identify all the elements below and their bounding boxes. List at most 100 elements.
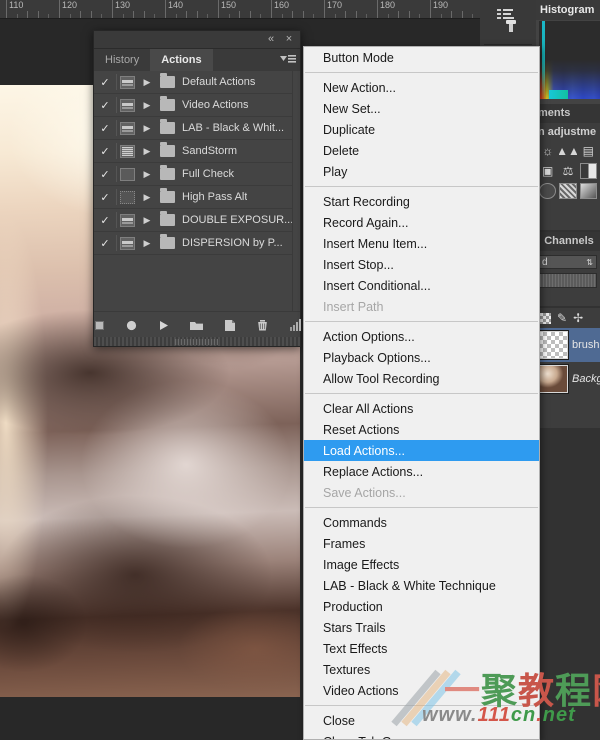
- action-set-name[interactable]: LAB - Black & Whit...: [178, 122, 284, 134]
- menu-item[interactable]: New Action...: [304, 77, 539, 98]
- panel-resize-strip[interactable]: [94, 337, 300, 346]
- menu-item[interactable]: Video Actions: [304, 680, 539, 701]
- menu-item[interactable]: Text Effects: [304, 638, 539, 659]
- play-selection-button[interactable]: [157, 319, 170, 332]
- action-toggle-checkbox[interactable]: ✓: [94, 168, 116, 181]
- action-toggle-checkbox[interactable]: ✓: [94, 237, 116, 250]
- action-set-name[interactable]: SandStorm: [178, 145, 237, 157]
- menu-item[interactable]: Frames: [304, 533, 539, 554]
- menu-item[interactable]: Insert Stop...: [304, 254, 539, 275]
- tab-history[interactable]: History: [94, 49, 151, 71]
- menu-item[interactable]: Insert Conditional...: [304, 275, 539, 296]
- tab-histogram[interactable]: Histogram: [540, 4, 594, 16]
- menu-item[interactable]: Close Tab Group: [304, 731, 539, 740]
- expand-triangle-icon[interactable]: ▶: [138, 215, 156, 226]
- levels-icon[interactable]: ▲▲: [559, 142, 576, 159]
- action-set-name[interactable]: DOUBLE EXPOSUR...: [178, 214, 293, 226]
- menu-item[interactable]: Clear All Actions: [304, 398, 539, 419]
- expand-triangle-icon[interactable]: ▶: [138, 146, 156, 157]
- tab-channels[interactable]: Channels: [536, 232, 600, 251]
- menu-item[interactable]: Duplicate: [304, 119, 539, 140]
- expand-triangle-icon[interactable]: ▶: [138, 192, 156, 203]
- curves-icon[interactable]: ▤: [580, 142, 597, 159]
- menu-item[interactable]: Image Effects: [304, 554, 539, 575]
- menu-item[interactable]: Replace Actions...: [304, 461, 539, 482]
- action-toggle-checkbox[interactable]: ✓: [94, 191, 116, 204]
- actions-panel-flyout-menu[interactable]: Button Mode New Action... New Set... Duplic…: [303, 46, 540, 740]
- expand-triangle-icon[interactable]: ▶: [138, 100, 156, 111]
- expand-triangle-icon[interactable]: ▶: [138, 169, 156, 180]
- menu-item[interactable]: New Set...: [304, 98, 539, 119]
- clone-stamp-icon[interactable]: [494, 6, 522, 34]
- menu-item[interactable]: Button Mode: [304, 47, 539, 68]
- photofilter-icon[interactable]: [579, 182, 597, 199]
- action-set-name[interactable]: Full Check: [178, 168, 234, 180]
- menu-item[interactable]: Allow Tool Recording: [304, 368, 539, 389]
- huesat-icon[interactable]: [579, 162, 597, 179]
- menu-item[interactable]: Play: [304, 161, 539, 182]
- begin-recording-button[interactable]: [125, 319, 138, 332]
- delete-button[interactable]: [256, 319, 269, 332]
- collapse-icon[interactable]: «: [264, 33, 278, 46]
- modal-toggle[interactable]: [116, 98, 138, 112]
- menu-item[interactable]: Action Options...: [304, 326, 539, 347]
- action-set-row[interactable]: ✓ ▶ Default Actions: [94, 71, 300, 94]
- menu-item[interactable]: Stars Trails: [304, 617, 539, 638]
- action-set-name[interactable]: Default Actions: [178, 76, 255, 88]
- action-set-row[interactable]: ✓ ▶ DOUBLE EXPOSUR...: [94, 209, 300, 232]
- action-set-row[interactable]: ✓ ▶ DISPERSION by P...: [94, 232, 300, 255]
- expand-triangle-icon[interactable]: ▶: [138, 77, 156, 88]
- layer-row[interactable]: brush: [536, 328, 600, 362]
- panel-resize-grip[interactable]: [175, 339, 219, 345]
- stop-recording-button[interactable]: [93, 319, 106, 332]
- modal-toggle[interactable]: [116, 190, 138, 204]
- exposure-icon[interactable]: ▣: [539, 162, 556, 179]
- menu-item[interactable]: Start Recording: [304, 191, 539, 212]
- menu-item[interactable]: Delete: [304, 140, 539, 161]
- blackwhite-icon[interactable]: [559, 182, 577, 199]
- move-lock-icon[interactable]: ✢: [573, 311, 583, 325]
- tab-actions[interactable]: Actions: [150, 49, 213, 71]
- menu-item[interactable]: LAB - Black & White Technique: [304, 575, 539, 596]
- modal-toggle[interactable]: [116, 167, 138, 181]
- modal-toggle[interactable]: [116, 75, 138, 89]
- menu-item[interactable]: Load Actions...: [304, 440, 539, 461]
- panel-titlebar[interactable]: « ×: [94, 31, 300, 49]
- modal-toggle[interactable]: [116, 144, 138, 158]
- action-set-name[interactable]: High Pass Alt: [178, 191, 247, 203]
- tab-adjustments[interactable]: ments: [536, 104, 600, 123]
- action-toggle-checkbox[interactable]: ✓: [94, 122, 116, 135]
- opacity-row[interactable]: [539, 273, 597, 288]
- modal-toggle[interactable]: [116, 236, 138, 250]
- menu-item[interactable]: Close: [304, 710, 539, 731]
- actions-list[interactable]: ✓ ▶ Default Actions ✓ ▶ Video Actions ✓ ▶ LAB - …: [94, 71, 300, 312]
- action-set-row[interactable]: ✓ ▶ SandStorm: [94, 140, 300, 163]
- modal-toggle[interactable]: [116, 121, 138, 135]
- menu-item[interactable]: Record Again...: [304, 212, 539, 233]
- menu-item[interactable]: Reset Actions: [304, 419, 539, 440]
- action-toggle-checkbox[interactable]: ✓: [94, 145, 116, 158]
- action-set-row[interactable]: ✓ ▶ Full Check: [94, 163, 300, 186]
- menu-item[interactable]: Textures: [304, 659, 539, 680]
- menu-item[interactable]: Production: [304, 596, 539, 617]
- modal-toggle[interactable]: [116, 213, 138, 227]
- colorbalance-icon[interactable]: [539, 182, 557, 199]
- action-set-row[interactable]: ✓ ▶ LAB - Black & Whit...: [94, 117, 300, 140]
- action-toggle-checkbox[interactable]: ✓: [94, 76, 116, 89]
- action-set-name[interactable]: DISPERSION by P...: [178, 237, 283, 249]
- create-new-action-button[interactable]: [223, 319, 237, 332]
- horizontal-ruler[interactable]: 110120130140150160170180190200: [0, 0, 480, 19]
- layer-row[interactable]: Backg: [536, 362, 600, 396]
- menu-item[interactable]: Insert Menu Item...: [304, 233, 539, 254]
- brightness-icon[interactable]: ☼: [539, 142, 556, 159]
- action-set-row[interactable]: ✓ ▶ Video Actions: [94, 94, 300, 117]
- expand-triangle-icon[interactable]: ▶: [138, 123, 156, 134]
- create-new-set-button[interactable]: [189, 319, 204, 332]
- action-set-name[interactable]: Video Actions: [178, 99, 248, 111]
- blend-mode-select[interactable]: d ⇅: [539, 255, 597, 269]
- transparency-lock-icon[interactable]: [540, 312, 551, 324]
- menu-item[interactable]: Commands: [304, 512, 539, 533]
- vibrance-icon[interactable]: ⚖: [559, 162, 576, 179]
- close-icon[interactable]: ×: [282, 33, 296, 46]
- action-toggle-checkbox[interactable]: ✓: [94, 99, 116, 112]
